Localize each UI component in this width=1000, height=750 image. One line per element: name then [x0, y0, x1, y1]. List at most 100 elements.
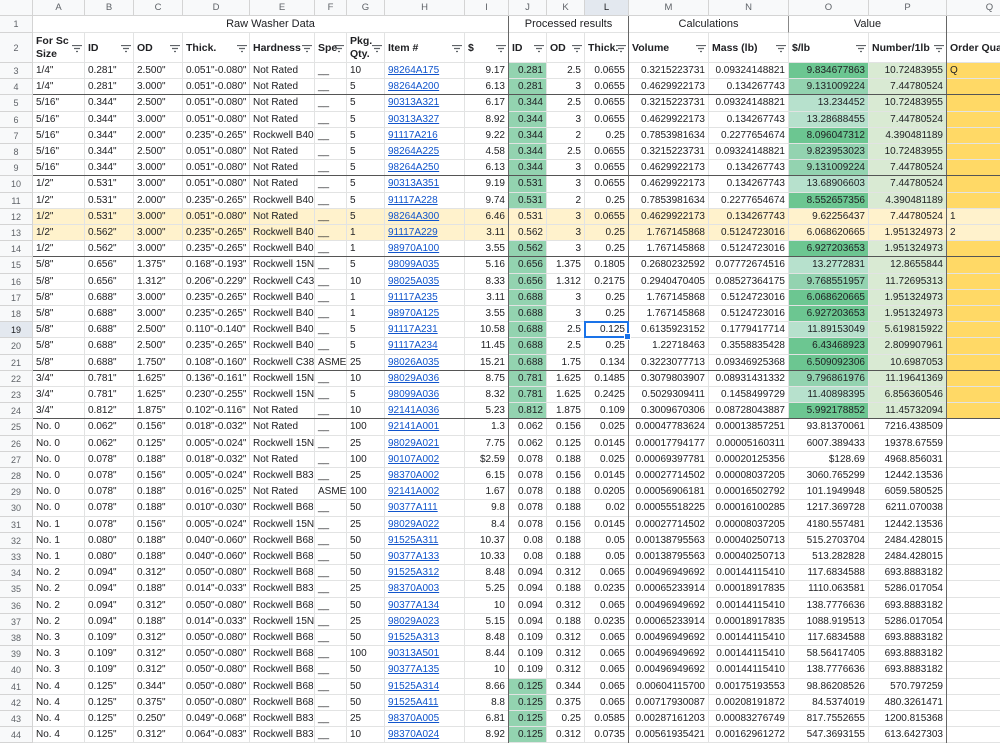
cell-q[interactable] — [947, 370, 1000, 387]
cell-b[interactable]: 0.078" — [85, 468, 134, 485]
cell-l[interactable]: 0.109 — [585, 403, 629, 420]
cell-i[interactable]: 7.75 — [465, 435, 509, 452]
cell-f[interactable]: __ — [315, 322, 347, 339]
cell-q[interactable] — [947, 111, 1000, 128]
cell-p[interactable]: 480.3261471 — [869, 694, 947, 711]
cell-j[interactable]: 0.078 — [509, 516, 547, 533]
cell-j[interactable]: 0.062 — [509, 435, 547, 452]
cell-i[interactable]: 3.55 — [465, 306, 509, 323]
cell-o[interactable]: 13.68906603 — [789, 176, 869, 193]
cell-n[interactable]: 0.08728043887 — [709, 403, 789, 420]
cell-j[interactable]: 0.781 — [509, 387, 547, 404]
header-f[interactable]: Spe — [315, 33, 347, 63]
cell-k[interactable]: 3 — [547, 208, 585, 225]
cell-m[interactable]: 1.22718463 — [629, 338, 709, 355]
cell-g[interactable]: 25 — [347, 354, 385, 371]
header-j[interactable]: ID — [509, 33, 547, 63]
cell-k[interactable]: 0.156 — [547, 516, 585, 533]
filter-icon[interactable] — [696, 45, 706, 53]
cell-o[interactable]: 6.509092306 — [789, 354, 869, 371]
cell-a[interactable]: No. 2 — [33, 581, 85, 598]
cell-h[interactable]: 98025A035 — [385, 273, 465, 290]
column-header-i[interactable]: I — [465, 0, 509, 16]
cell-j[interactable]: 0.094 — [509, 597, 547, 614]
column-header-d[interactable]: D — [183, 0, 250, 16]
cell-n[interactable]: 0.1779417714 — [709, 322, 789, 339]
cell-c[interactable]: 1.625" — [134, 387, 183, 404]
row-number[interactable]: 18 — [0, 306, 33, 323]
item-number-link[interactable]: 91117A234 — [388, 340, 438, 351]
item-number-link[interactable]: 98264A250 — [388, 162, 439, 173]
cell-h[interactable]: 98029A023 — [385, 613, 465, 630]
cell-a[interactable]: 5/8" — [33, 354, 85, 371]
cell-q[interactable] — [947, 306, 1000, 323]
cell-m[interactable]: 0.00561935421 — [629, 727, 709, 744]
cell-l[interactable]: 0.065 — [585, 597, 629, 614]
header-b[interactable]: ID — [85, 33, 134, 63]
cell-o[interactable]: 5.992178852 — [789, 403, 869, 420]
item-number-link[interactable]: 90313A327 — [388, 114, 439, 125]
cell-o[interactable]: $128.69 — [789, 451, 869, 468]
cell-f[interactable]: __ — [315, 646, 347, 663]
cell-k[interactable]: 3 — [547, 111, 585, 128]
cell-l[interactable]: 0.0655 — [585, 111, 629, 128]
cell-g[interactable]: 5 — [347, 127, 385, 144]
cell-p[interactable]: 693.8883182 — [869, 565, 947, 582]
cell-a[interactable]: No. 4 — [33, 694, 85, 711]
cell-l[interactable]: 0.05 — [585, 549, 629, 566]
row-number[interactable]: 2 — [0, 33, 33, 63]
cell-q[interactable] — [947, 533, 1000, 549]
cell-h[interactable]: 98264A300 — [385, 208, 465, 225]
cell-h[interactable]: 91117A234 — [385, 338, 465, 355]
row-number[interactable]: 3 — [0, 63, 33, 80]
cell-m[interactable]: 0.00027714502 — [629, 468, 709, 485]
cell-k[interactable]: 2.5 — [547, 95, 585, 112]
cell-q[interactable] — [947, 549, 1000, 566]
cell-b[interactable]: 0.562" — [85, 225, 134, 242]
header-q[interactable]: Order Quant — [947, 33, 1000, 63]
cell-a[interactable]: No. 3 — [33, 630, 85, 647]
item-number-link[interactable]: 98026A035 — [388, 357, 439, 368]
cell-m[interactable]: 0.7853981634 — [629, 192, 709, 209]
cell-g[interactable]: 25 — [347, 468, 385, 485]
cell-k[interactable]: 2.5 — [547, 144, 585, 161]
cell-m[interactable]: 0.00604115700 — [629, 678, 709, 695]
cell-a[interactable]: 1/2" — [33, 208, 85, 225]
cell-i[interactable]: 9.19 — [465, 176, 509, 193]
cell-b[interactable]: 0.080" — [85, 549, 134, 566]
cell-p[interactable]: 19378.67559 — [869, 435, 947, 452]
cell-i[interactable]: 8.33 — [465, 273, 509, 290]
item-number-link[interactable]: 90377A134 — [388, 600, 439, 611]
cell-e[interactable]: Not Rated — [250, 419, 315, 436]
cell-d[interactable]: 0.050"-0.080" — [183, 678, 250, 695]
cell-o[interactable]: 138.7776636 — [789, 597, 869, 614]
filter-icon[interactable] — [237, 45, 247, 53]
row-number[interactable]: 34 — [0, 565, 33, 582]
cell-k[interactable]: 3 — [547, 160, 585, 177]
cell-n[interactable]: 0.5124723016 — [709, 306, 789, 323]
cell-q[interactable] — [947, 176, 1000, 193]
cell-e[interactable]: Not Rated — [250, 144, 315, 161]
cell-i[interactable]: 6.17 — [465, 95, 509, 112]
cell-o[interactable]: 117.6834588 — [789, 565, 869, 582]
header-h[interactable]: Item # — [385, 33, 465, 63]
row-number[interactable]: 9 — [0, 160, 33, 177]
cell-n[interactable]: 0.08931431332 — [709, 370, 789, 387]
filter-icon[interactable] — [572, 45, 582, 53]
cell-l[interactable]: 0.0655 — [585, 63, 629, 80]
cell-o[interactable]: 13.2772831 — [789, 257, 869, 274]
row-number[interactable]: 36 — [0, 597, 33, 614]
item-number-link[interactable]: 98370A002 — [388, 470, 439, 481]
cell-q[interactable] — [947, 581, 1000, 598]
cell-a[interactable]: No. 0 — [33, 468, 85, 485]
cell-a[interactable]: No. 2 — [33, 597, 85, 614]
cell-l[interactable]: 0.0655 — [585, 95, 629, 112]
cell-h[interactable]: 92141A002 — [385, 484, 465, 501]
cell-l[interactable]: 0.065 — [585, 630, 629, 647]
item-number-link[interactable]: 98029A023 — [388, 616, 439, 627]
cell-o[interactable]: 13.28688455 — [789, 111, 869, 128]
header-m[interactable]: Volume — [629, 33, 709, 63]
cell-j[interactable]: 0.562 — [509, 241, 547, 258]
cell-a[interactable]: 1/4" — [33, 79, 85, 96]
cell-g[interactable]: 1 — [347, 225, 385, 242]
